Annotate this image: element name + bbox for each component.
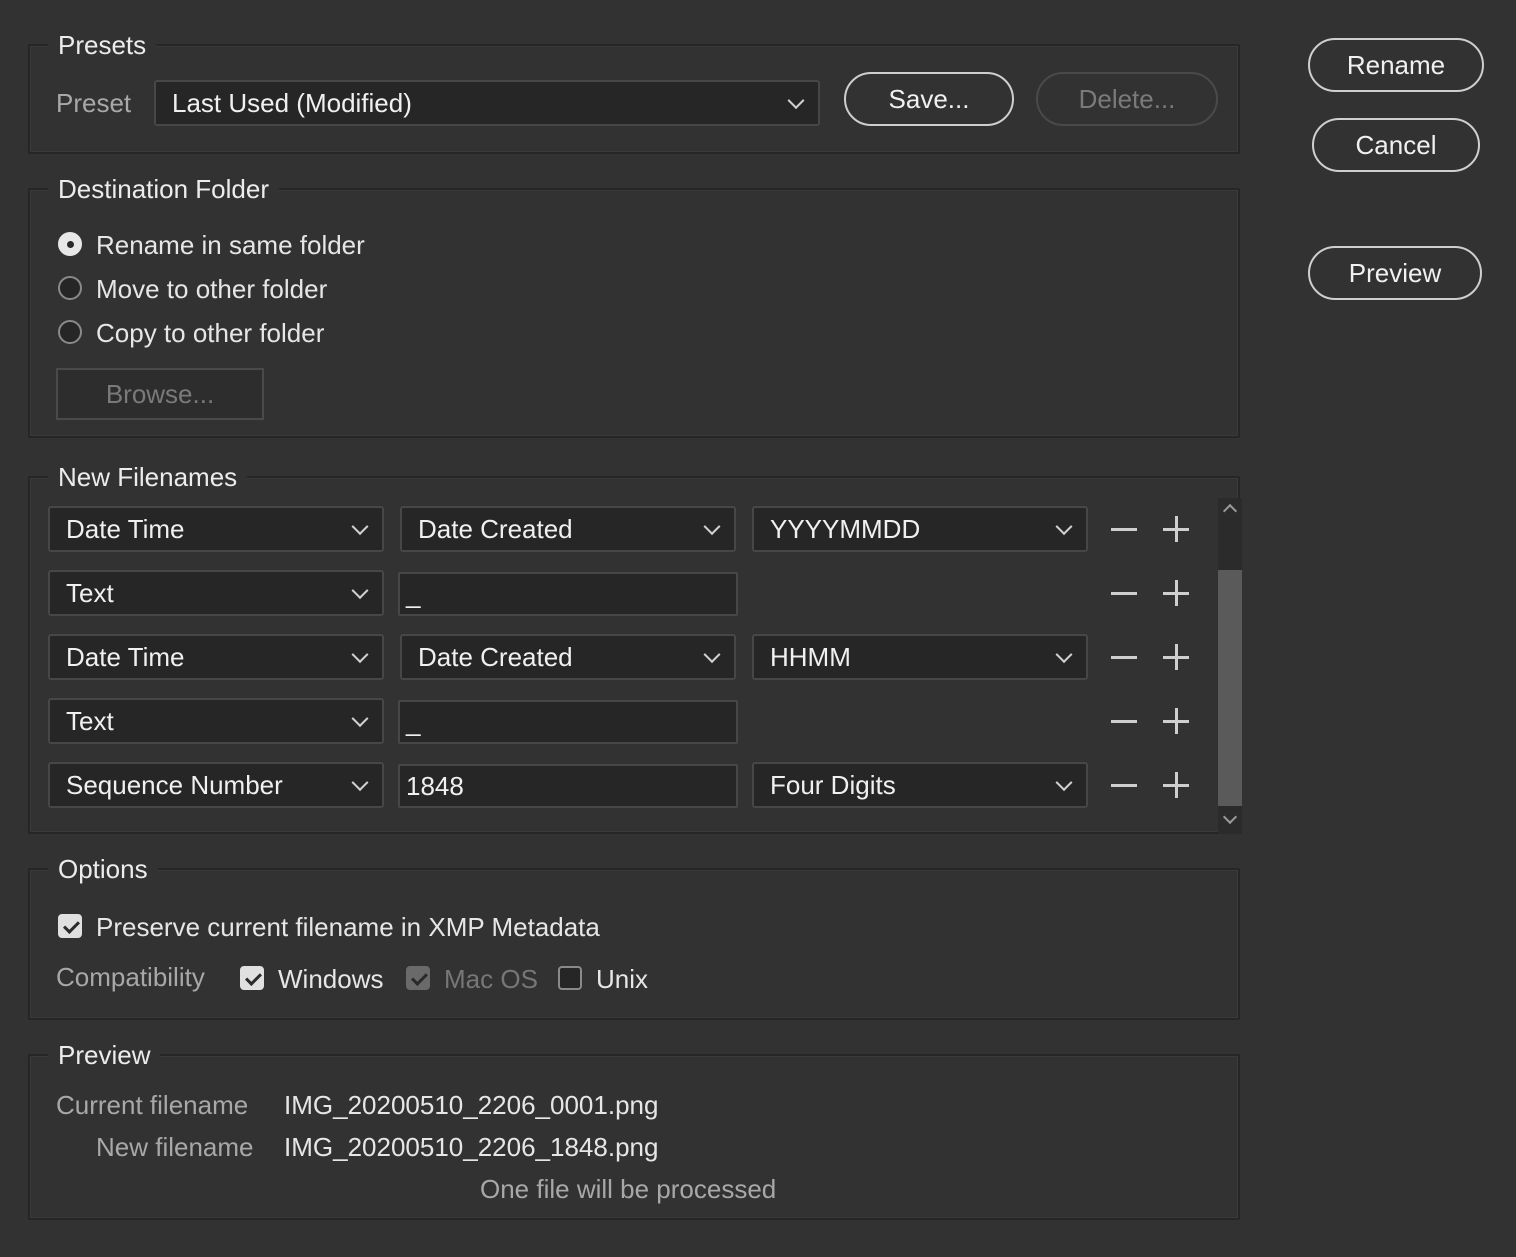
macos-label: Mac OS [444, 964, 538, 994]
save-preset-button[interactable]: Save... [844, 72, 1014, 126]
row5-add-icon[interactable] [1163, 772, 1189, 798]
preset-select[interactable]: Last Used (Modified) [154, 80, 820, 126]
rename-same-folder-label[interactable]: Rename in same folder [96, 230, 365, 260]
preserve-filename-label[interactable]: Preserve current filename in XMP Metadat… [96, 912, 600, 942]
copy-other-folder-label[interactable]: Copy to other folder [96, 318, 324, 348]
row2-type-select[interactable]: Text [48, 570, 384, 616]
move-other-folder-label[interactable]: Move to other folder [96, 274, 327, 304]
preset-label: Preset [56, 88, 132, 118]
row5-type-value: Sequence Number [66, 769, 283, 800]
chevron-down-icon [787, 92, 805, 110]
macos-checkbox [406, 966, 430, 990]
current-filename-value: IMG_20200510_2206_0001.png [284, 1090, 659, 1120]
presets-group: Presets Preset Last Used (Modified) Save… [28, 30, 1240, 154]
row4-text-input[interactable]: _ [398, 700, 738, 744]
chevron-down-icon [1055, 518, 1073, 536]
row4-type-select[interactable]: Text [48, 698, 384, 744]
rename-button-label: Rename [1346, 49, 1446, 80]
new-filenames-legend: New Filenames [48, 462, 248, 492]
scrollbar-thumb[interactable] [1218, 570, 1242, 806]
row1-format-value: YYYYMMDD [770, 513, 921, 544]
cancel-button-label: Cancel [1355, 129, 1437, 160]
chevron-down-icon [1055, 774, 1073, 792]
compatibility-label: Compatibility [56, 962, 205, 992]
row5-remove-icon[interactable] [1111, 772, 1137, 798]
windows-checkbox[interactable] [240, 966, 264, 990]
row3-field2-select[interactable]: Date Created [400, 634, 736, 680]
preview-group: Preview Current filename IMG_20200510_22… [28, 1040, 1240, 1220]
row2-type-value: Text [66, 577, 114, 608]
row4-remove-icon[interactable] [1111, 708, 1137, 734]
options-group: Options Preserve current filename in XMP… [28, 854, 1240, 1020]
presets-legend: Presets [48, 30, 157, 60]
row1-remove-icon[interactable] [1111, 516, 1137, 542]
row5-sequence-value: 1848 [406, 770, 464, 801]
destination-folder-group: Destination Folder Rename in same folder… [28, 174, 1240, 438]
row4-type-value: Text [66, 705, 114, 736]
chevron-down-icon [351, 518, 369, 536]
row1-format-select[interactable]: YYYYMMDD [752, 506, 1088, 552]
row3-format-value: HHMM [770, 641, 851, 672]
processing-status: One file will be processed [480, 1174, 777, 1204]
row5-digits-value: Four Digits [770, 769, 896, 800]
scrollbar[interactable] [1218, 498, 1242, 834]
options-legend: Options [48, 854, 158, 884]
new-filename-label: New filename [96, 1132, 254, 1162]
row3-field2-value: Date Created [418, 641, 573, 672]
chevron-down-icon [351, 774, 369, 792]
row5-sequence-input[interactable]: 1848 [398, 764, 738, 808]
row2-add-icon[interactable] [1163, 580, 1189, 606]
row2-text-value: _ [406, 578, 421, 609]
delete-preset-label: Delete... [1078, 83, 1176, 114]
browse-button[interactable]: Browse... [56, 368, 264, 420]
row3-type-select[interactable]: Date Time [48, 634, 384, 680]
row1-add-icon[interactable] [1163, 516, 1189, 542]
current-filename-label: Current filename [56, 1090, 249, 1120]
row2-text-input[interactable]: _ [398, 572, 738, 616]
new-filename-value: IMG_20200510_2206_1848.png [284, 1132, 659, 1162]
row1-field2-value: Date Created [418, 513, 573, 544]
row5-digits-select[interactable]: Four Digits [752, 762, 1088, 808]
row1-type-select[interactable]: Date Time [48, 506, 384, 552]
save-preset-label: Save... [888, 83, 970, 114]
chevron-down-icon [703, 646, 721, 664]
chevron-down-icon [351, 710, 369, 728]
row4-add-icon[interactable] [1163, 708, 1189, 734]
browse-button-label: Browse... [105, 378, 215, 409]
windows-label[interactable]: Windows [278, 964, 383, 994]
row3-remove-icon[interactable] [1111, 644, 1137, 670]
row4-text-value: _ [406, 706, 421, 737]
preserve-filename-checkbox[interactable] [58, 914, 82, 938]
row5-type-select[interactable]: Sequence Number [48, 762, 384, 808]
preview-legend: Preview [48, 1040, 161, 1070]
rename-button[interactable]: Rename [1308, 38, 1484, 92]
row2-remove-icon[interactable] [1111, 580, 1137, 606]
row3-format-select[interactable]: HHMM [752, 634, 1088, 680]
chevron-down-icon [1055, 646, 1073, 664]
unix-checkbox[interactable] [558, 966, 582, 990]
radio-rename-same-folder[interactable] [58, 232, 82, 256]
chevron-down-icon [703, 518, 721, 536]
radio-move-other-folder[interactable] [58, 276, 82, 300]
row1-field2-select[interactable]: Date Created [400, 506, 736, 552]
chevron-down-icon [351, 582, 369, 600]
radio-copy-other-folder[interactable] [58, 320, 82, 344]
unix-label[interactable]: Unix [596, 964, 648, 994]
preview-button-label: Preview [1348, 257, 1442, 288]
destination-legend: Destination Folder [48, 174, 279, 204]
cancel-button[interactable]: Cancel [1312, 118, 1480, 172]
row1-type-value: Date Time [66, 513, 185, 544]
preview-button[interactable]: Preview [1308, 246, 1482, 300]
scroll-up-icon[interactable] [1222, 503, 1238, 519]
new-filenames-group: New Filenames Date Time Date Created YYY… [28, 462, 1242, 834]
scroll-down-icon[interactable] [1222, 809, 1238, 825]
row3-add-icon[interactable] [1163, 644, 1189, 670]
chevron-down-icon [351, 646, 369, 664]
row3-type-value: Date Time [66, 641, 185, 672]
delete-preset-button[interactable]: Delete... [1036, 72, 1218, 126]
preset-select-value: Last Used (Modified) [172, 87, 412, 118]
